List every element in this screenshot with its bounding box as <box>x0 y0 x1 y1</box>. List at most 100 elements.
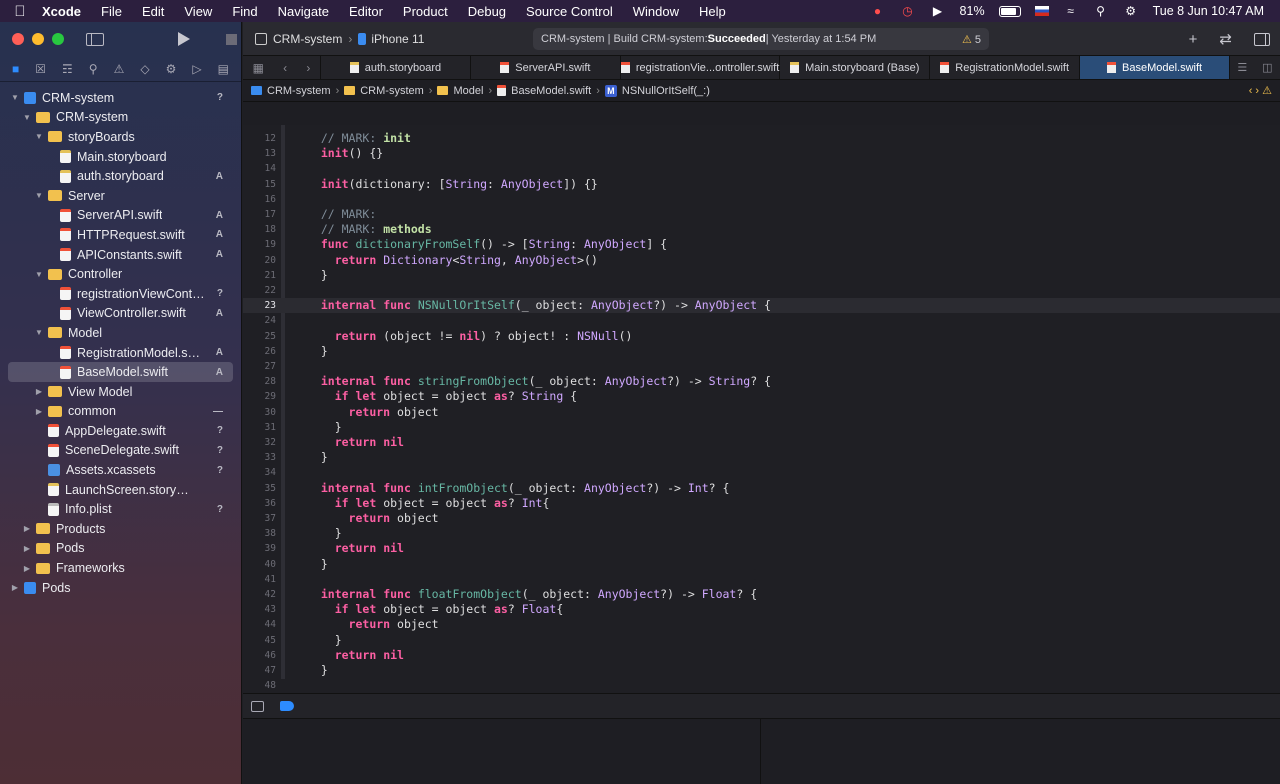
code-line[interactable]: 13 init() {} <box>243 146 1280 161</box>
line-number[interactable]: 35 <box>243 481 276 496</box>
code-line[interactable]: 43 if let object = object as? Float{ <box>243 602 1280 617</box>
file-tree-row[interactable]: ServerAPI.swift A <box>0 206 241 226</box>
close-window-button[interactable] <box>12 33 24 45</box>
library-plus-icon[interactable]: + <box>1189 31 1198 48</box>
timer-icon[interactable]: ◷ <box>900 4 916 18</box>
editor-tab[interactable]: Main.storyboard (Base) <box>780 56 931 79</box>
file-tree-row[interactable]: LaunchScreen.storyboard <box>0 480 241 500</box>
adjust-editor-options-icon[interactable]: ☰ <box>1237 61 1247 74</box>
menu-bar-clock[interactable]: Tue 8 Jun 10:47 AM <box>1153 4 1264 18</box>
file-tree-row[interactable]: HTTPRequest.swift A <box>0 225 241 245</box>
file-tree-row[interactable]: Main.storyboard <box>0 147 241 167</box>
minimize-window-button[interactable] <box>32 33 44 45</box>
file-tree-row[interactable]: ▶ Pods <box>0 578 241 598</box>
editor-tab[interactable]: ServerAPI.swift <box>471 56 621 79</box>
disclosure-closed-icon[interactable]: ▶ <box>22 524 32 533</box>
menu-editor[interactable]: Editor <box>339 4 393 19</box>
line-number[interactable]: 28 <box>243 374 276 389</box>
source-control-navigator-icon[interactable]: ☒ <box>35 62 46 76</box>
line-number[interactable]: 19 <box>243 237 276 252</box>
line-number[interactable]: 46 <box>243 648 276 663</box>
play-circle-icon[interactable]: ▶ <box>930 4 946 18</box>
menu-debug[interactable]: Debug <box>458 4 516 19</box>
find-navigator-icon[interactable]: ⚲ <box>89 62 98 76</box>
code-line[interactable]: 34 <box>243 465 1280 480</box>
device-selector[interactable]: iPhone 11 <box>371 32 424 46</box>
battery-icon[interactable] <box>998 5 1021 17</box>
code-line[interactable]: 41 <box>243 572 1280 587</box>
disclosure-open-icon[interactable]: ▼ <box>10 93 20 102</box>
file-tree-row[interactable]: ▼ Controller <box>0 264 241 284</box>
line-number[interactable]: 32 <box>243 435 276 450</box>
code-review-arrows-icon[interactable]: ⇄ <box>1219 30 1232 48</box>
project-navigator-folder-icon[interactable]: ■ <box>12 62 19 76</box>
menu-edit[interactable]: Edit <box>132 4 174 19</box>
line-number[interactable]: 18 <box>243 222 276 237</box>
line-number[interactable]: 37 <box>243 511 276 526</box>
line-number[interactable]: 20 <box>243 253 276 268</box>
file-tree-row[interactable]: ▼ Model <box>0 323 241 343</box>
file-tree-row[interactable]: BaseModel.swift A <box>8 362 233 382</box>
forward-chevron-icon[interactable]: › <box>306 61 310 75</box>
sidebar-toggle-icon[interactable] <box>86 32 104 46</box>
split-editor-icon[interactable]: ◫ <box>1262 61 1272 74</box>
breadcrumb-item[interactable]: M NSNullOrItSelf(_:) <box>604 84 710 97</box>
breakpoint-navigator-icon[interactable]: ▷ <box>192 62 201 76</box>
line-number[interactable]: 36 <box>243 496 276 511</box>
file-tree-row[interactable]: ▶ Frameworks <box>0 558 241 578</box>
scheme-selector[interactable]: CRM-system <box>273 32 342 46</box>
breadcrumb-item[interactable]: CRM-system <box>251 85 331 97</box>
code-line[interactable]: 26 } <box>243 344 1280 359</box>
notification-badge-icon[interactable]: ● <box>870 4 886 18</box>
zoom-window-button[interactable] <box>52 33 64 45</box>
file-tree-row[interactable]: ViewController.swift A <box>0 304 241 324</box>
disclosure-closed-icon[interactable]: ▶ <box>10 583 20 592</box>
disclosure-closed-icon[interactable]: ▶ <box>22 544 32 553</box>
disclosure-open-icon[interactable]: ▼ <box>34 328 44 337</box>
file-tree-row[interactable]: ▶ View Model <box>0 382 241 402</box>
line-number[interactable]: 26 <box>243 344 276 359</box>
file-tree-row[interactable]: ▼ storyBoards <box>0 127 241 147</box>
breakpoints-toggle-icon[interactable] <box>280 701 294 711</box>
disclosure-open-icon[interactable]: ▼ <box>34 132 44 141</box>
line-number[interactable]: 24 <box>243 313 276 328</box>
code-line[interactable]: 16 <box>243 192 1280 207</box>
editor-tab[interactable]: registrationVie...ontroller.swift <box>620 56 781 79</box>
run-button[interactable] <box>178 32 190 46</box>
menu-find[interactable]: Find <box>222 4 267 19</box>
code-line[interactable]: 38 } <box>243 526 1280 541</box>
line-number[interactable]: 23 <box>243 298 276 313</box>
menu-product[interactable]: Product <box>393 4 458 19</box>
menu-source-control[interactable]: Source Control <box>516 4 623 19</box>
apple-icon[interactable]:  <box>0 3 40 20</box>
code-line[interactable]: 25 return (object != nil) ? object! : NS… <box>243 329 1280 344</box>
file-tree-row[interactable]: AppDelegate.swift? <box>0 421 241 441</box>
control-center-icon[interactable]: ⚙ <box>1123 4 1139 18</box>
battery-percent[interactable]: 81% <box>960 4 985 18</box>
code-line[interactable]: 20 return Dictionary<String, AnyObject>(… <box>243 253 1280 268</box>
code-line[interactable]: 33 } <box>243 450 1280 465</box>
file-tree-row[interactable]: RegistrationModel.swift A <box>0 343 241 363</box>
file-tree-row[interactable]: ▼ CRM-system? <box>0 88 241 108</box>
code-line[interactable]: 40 } <box>243 557 1280 572</box>
wifi-icon[interactable]: ≈ <box>1063 4 1079 18</box>
line-number[interactable]: 22 <box>243 283 276 298</box>
debug-navigator-icon[interactable]: ⚙ <box>166 62 177 76</box>
code-line[interactable]: 42 internal func floatFromObject(_ objec… <box>243 587 1280 602</box>
line-number[interactable]: 34 <box>243 465 276 480</box>
code-line[interactable]: 47 } <box>243 663 1280 678</box>
line-number[interactable]: 29 <box>243 389 276 404</box>
activity-status-bar[interactable]: CRM-system | Build CRM-system: Succeeded… <box>533 28 989 50</box>
line-number[interactable]: 14 <box>243 161 276 176</box>
related-items-grid-icon[interactable]: ▦ <box>253 61 264 75</box>
code-line[interactable]: 31 } <box>243 420 1280 435</box>
code-line[interactable]: 44 return object <box>243 617 1280 632</box>
hide-debug-area-icon[interactable] <box>251 700 264 712</box>
code-line[interactable]: 27 <box>243 359 1280 374</box>
code-line[interactable]: 21 } <box>243 268 1280 283</box>
file-tree-row[interactable]: registrationViewContr...? <box>0 284 241 304</box>
line-number[interactable]: 27 <box>243 359 276 374</box>
menu-help[interactable]: Help <box>689 4 736 19</box>
code-line[interactable]: 36 if let object = object as? Int{ <box>243 496 1280 511</box>
line-number[interactable]: 16 <box>243 192 276 207</box>
